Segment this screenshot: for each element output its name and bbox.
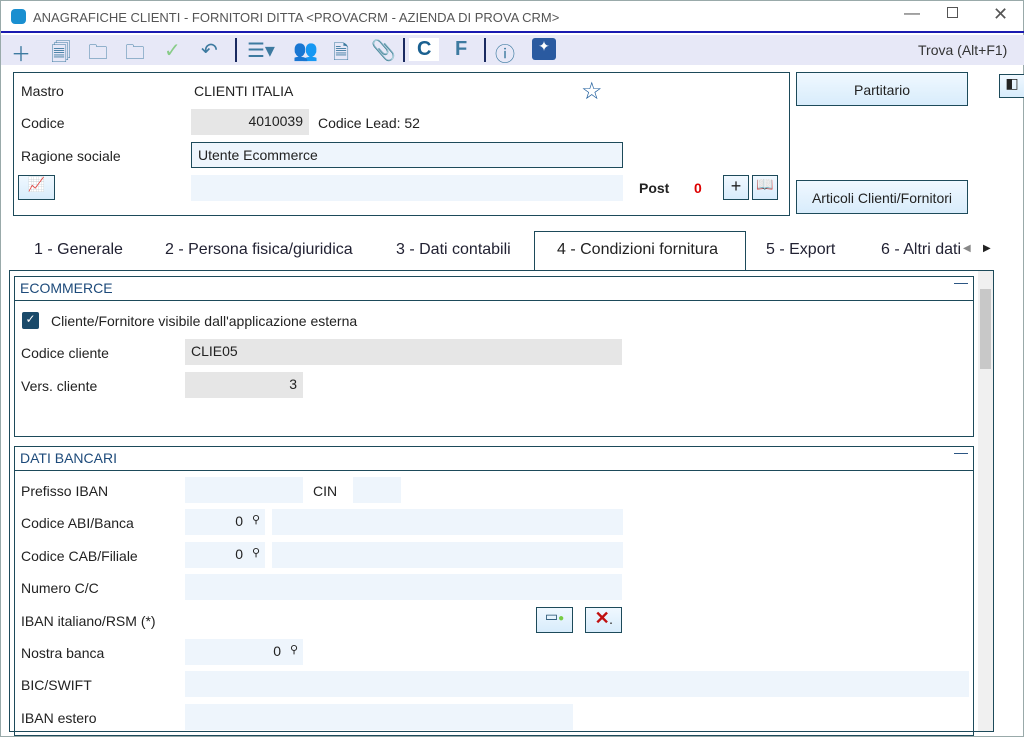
tab-condizioni-fornitura[interactable]: 4 - Condizioni fornitura [534, 231, 746, 271]
search-icon[interactable]: ⚲ [252, 513, 260, 526]
toolbar: ＋ 🗐 🗀 🗀 ✓ ↶ ☰▾ 👥 🗎 📎 C F ⓘ ✦ Trova (Alt+… [1, 35, 1024, 67]
prefisso-iban-input[interactable] [185, 477, 303, 503]
book-button[interactable]: 📖 [752, 175, 778, 200]
confirm-icon[interactable]: ✓ [164, 38, 181, 63]
mastro-value: CLIENTI ITALIA [194, 83, 294, 99]
banca-desc [272, 509, 623, 535]
bic-label: BIC/SWIFT [21, 677, 92, 693]
bancari-header: DATI BANCARI — [14, 444, 974, 471]
app-icon [11, 9, 26, 24]
minimize-button[interactable]: — [904, 5, 920, 23]
prefisso-iban-label: Prefisso IBAN [21, 483, 109, 499]
cin-input[interactable] [353, 477, 401, 503]
iban-clear-button[interactable]: ✕. [585, 607, 622, 633]
codice-cliente-field[interactable]: CLIE05 [185, 339, 622, 365]
codice-cliente-label: Codice cliente [21, 345, 109, 361]
panel-toggle-button[interactable]: ◧ [999, 74, 1024, 98]
articoli-button[interactable]: Articoli Clienti/Fornitori [796, 180, 968, 214]
iban-generate-button[interactable]: ▭● [536, 607, 573, 633]
ecommerce-title: ECOMMERCE [20, 280, 113, 296]
ecommerce-header: ECOMMERCE — [14, 274, 974, 301]
clienti-toggle[interactable]: C [409, 38, 440, 61]
mastro-label: Mastro [21, 83, 64, 99]
star-icon[interactable]: ☆ [581, 77, 603, 106]
search-icon[interactable]: ⚲ [252, 546, 260, 559]
abi-value: 0 [235, 513, 243, 529]
abi-label: Codice ABI/Banca [21, 515, 134, 531]
ragione-sociale-input[interactable]: Utente Ecommerce [191, 142, 623, 168]
undo-icon[interactable]: ↶ [201, 38, 218, 63]
tab-generale[interactable]: 1 - Generale [34, 241, 123, 259]
window-title: ANAGRAFICHE CLIENTI - FORNITORI DITTA <P… [33, 10, 560, 25]
iban-estero-input[interactable] [185, 704, 573, 730]
menu-icon[interactable]: ☰▾ [247, 38, 275, 63]
chart-button[interactable]: 📈 [18, 175, 55, 200]
open-folder-icon[interactable]: 🗀 [88, 38, 108, 72]
title-bar: ANAGRAFICHE CLIENTI - FORNITORI DITTA <P… [1, 1, 1024, 33]
codice-field[interactable]: 4010039 [191, 109, 309, 135]
ragione-label: Ragione sociale [21, 148, 121, 164]
ecommerce-checkbox[interactable]: ✓ [22, 312, 39, 329]
collapse-icon[interactable]: — [954, 444, 968, 460]
numero-cc-input[interactable] [185, 574, 622, 600]
nostra-banca-label: Nostra banca [21, 645, 105, 661]
maximize-button[interactable] [947, 7, 958, 18]
tab-dati-contabili[interactable]: 3 - Dati contabili [396, 241, 511, 259]
vers-cliente-label: Vers. cliente [21, 378, 98, 394]
cin-label: CIN [313, 483, 338, 499]
collapse-icon[interactable]: — [954, 274, 968, 290]
tab-scroll-left[interactable]: ◀ [963, 243, 971, 254]
attachment-icon[interactable]: 📎 [371, 38, 396, 63]
abi-input[interactable]: 0 ⚲ [185, 509, 265, 535]
tab-export[interactable]: 5 - Export [766, 241, 835, 259]
contacts-icon[interactable]: 👥 [293, 38, 318, 63]
nostra-banca-input[interactable]: 0 ⚲ [185, 639, 303, 665]
codice-label: Codice [21, 115, 65, 131]
ecommerce-checkbox-label: Cliente/Fornitore visibile dall'applicaz… [51, 313, 358, 329]
add-post-button[interactable]: + [723, 175, 749, 200]
post-label: Post [639, 180, 670, 196]
cab-value: 0 [235, 546, 243, 562]
extra-field[interactable] [191, 175, 623, 201]
vers-cliente-field[interactable]: 3 [185, 372, 303, 398]
help-icon[interactable]: ⓘ [495, 38, 515, 67]
numero-cc-label: Numero C/C [21, 580, 99, 596]
folder-history-icon[interactable]: 🗀 [125, 38, 145, 72]
tab-scroll-right[interactable]: ▶ [983, 243, 991, 254]
copy-icon[interactable]: 🗐 [51, 38, 71, 72]
cab-label: Codice CAB/Filiale [21, 548, 138, 564]
close-button[interactable]: ✕ [993, 4, 1008, 25]
bancari-title: DATI BANCARI [20, 450, 117, 466]
codice-lead: Codice Lead: 52 [318, 115, 420, 131]
partitario-button[interactable]: Partitario [796, 72, 968, 106]
tab-altri-dati[interactable]: 6 - Altri dati [881, 241, 963, 259]
fornitori-toggle[interactable]: F [455, 38, 467, 61]
iban-italiano-label: IBAN italiano/RSM (*) [21, 613, 156, 629]
search-icon[interactable]: ⚲ [290, 643, 298, 656]
document-icon[interactable]: 🗎 [333, 38, 349, 72]
cab-input[interactable]: 0 ⚲ [185, 542, 265, 568]
tab-persona[interactable]: 2 - Persona fisica/giuridica [165, 241, 353, 259]
nostra-banca-value: 0 [273, 643, 281, 659]
ai-icon[interactable]: ✦ [532, 38, 556, 60]
iban-estero-label: IBAN estero [21, 710, 97, 726]
search-shortcut[interactable]: Trova (Alt+F1) [918, 42, 1007, 58]
post-count: 0 [694, 180, 702, 196]
new-icon[interactable]: ＋ [11, 38, 31, 67]
bic-input[interactable] [185, 671, 969, 697]
scrollbar[interactable] [978, 271, 993, 731]
filiale-desc [272, 542, 623, 568]
